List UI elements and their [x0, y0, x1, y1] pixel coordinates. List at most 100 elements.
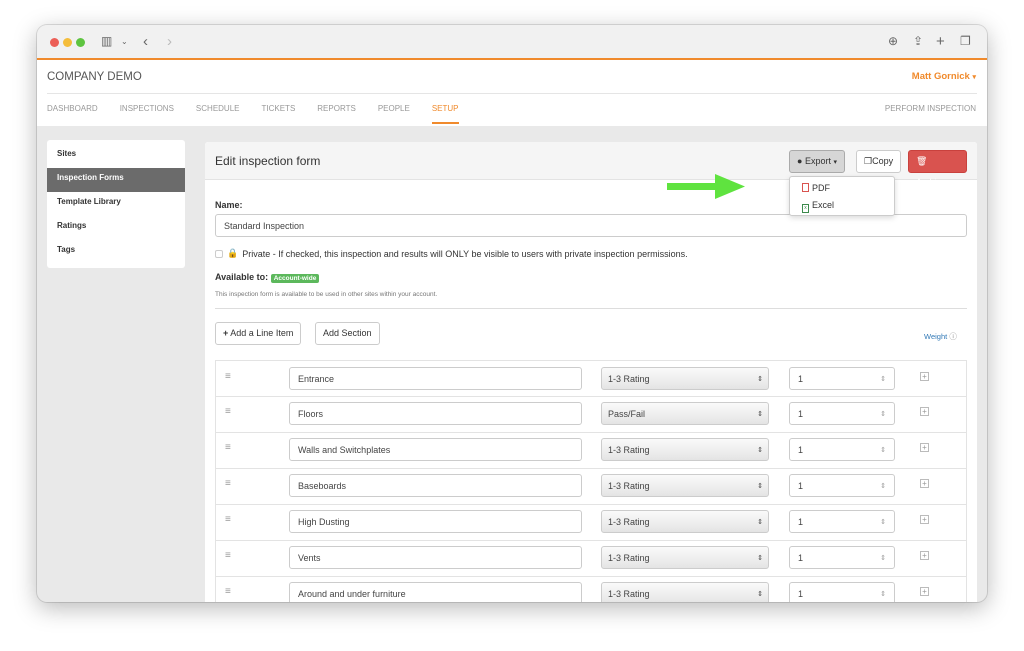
- export-pdf-item[interactable]: PDF: [790, 180, 894, 197]
- archive-label: Archive: [916, 177, 947, 187]
- name-input[interactable]: Standard Inspection: [215, 214, 967, 237]
- rating-type-select[interactable]: 1-3 Rating ⇕: [601, 367, 769, 390]
- expand-plus-icon[interactable]: +: [920, 407, 929, 416]
- rating-type-select[interactable]: 1-3 Rating ⇕: [601, 438, 769, 461]
- expand-plus-icon[interactable]: +: [920, 479, 929, 488]
- line-item-row: ≡ Around and under furniture 1-3 Rating ⇕…: [215, 576, 967, 602]
- nav-people[interactable]: PEOPLE: [378, 104, 410, 124]
- rating-type-select[interactable]: 1-3 Rating ⇕: [601, 546, 769, 569]
- pdf-file-icon: [802, 183, 809, 192]
- nav-schedule[interactable]: SCHEDULE: [196, 104, 240, 124]
- line-item-name-input[interactable]: Around and under furniture: [289, 582, 582, 602]
- stepper-icon[interactable]: ⇕: [880, 410, 886, 418]
- minimize-button[interactable]: [63, 38, 72, 47]
- rating-type-value: 1-3 Rating: [608, 552, 650, 563]
- stepper-icon[interactable]: ⇕: [880, 446, 886, 454]
- weight-input[interactable]: 1 ⇕: [789, 438, 895, 461]
- export-button[interactable]: ● Export ▾: [789, 150, 845, 173]
- line-item-name-input[interactable]: Walls and Switchplates: [289, 438, 582, 461]
- select-arrows-icon: ⇕: [757, 482, 763, 490]
- weight-input[interactable]: 1 ⇕: [789, 510, 895, 533]
- download-icon[interactable]: ⊕: [888, 34, 898, 48]
- forward-icon[interactable]: ›: [167, 33, 172, 50]
- zoom-button[interactable]: [76, 38, 85, 47]
- add-section-label: Add Section: [323, 328, 372, 338]
- drag-handle-icon[interactable]: ≡: [225, 550, 231, 561]
- stepper-icon[interactable]: ⇕: [880, 375, 886, 383]
- stepper-icon[interactable]: ⇕: [880, 518, 886, 526]
- excel-label: Excel: [812, 200, 835, 210]
- chevron-down-icon[interactable]: ⌄: [121, 37, 128, 46]
- drag-handle-icon[interactable]: ≡: [225, 478, 231, 489]
- drag-handle-icon[interactable]: ≡: [225, 586, 231, 597]
- drag-handle-icon[interactable]: ≡: [225, 514, 231, 525]
- weight-value: 1: [798, 444, 804, 455]
- tabs-icon[interactable]: ❐: [960, 34, 971, 48]
- share-icon[interactable]: ⇪: [913, 34, 923, 48]
- nav-dashboard[interactable]: DASHBOARD: [47, 104, 98, 124]
- main-nav: DASHBOARD INSPECTIONS SCHEDULE TICKETS R…: [47, 104, 481, 124]
- copy-icon: ❐: [864, 156, 873, 166]
- add-section-button[interactable]: Add Section: [315, 322, 380, 345]
- copy-button[interactable]: ❐Copy: [856, 150, 902, 173]
- nav-setup[interactable]: SETUP: [431, 104, 459, 124]
- weight-input[interactable]: 1 ⇕: [789, 367, 895, 390]
- weight-input[interactable]: 1 ⇕: [789, 582, 895, 602]
- sidebar-item-template-library[interactable]: Template Library: [47, 192, 185, 216]
- expand-plus-icon[interactable]: +: [920, 515, 929, 524]
- nav-reports[interactable]: REPORTS: [317, 104, 356, 124]
- line-item-row: ≡ High Dusting 1-3 Rating ⇕ 1 ⇕ +: [215, 504, 967, 541]
- line-item-name-input[interactable]: Floors: [289, 402, 582, 425]
- drag-handle-icon[interactable]: ≡: [225, 371, 231, 382]
- expand-plus-icon[interactable]: +: [920, 372, 929, 381]
- close-button[interactable]: [50, 38, 59, 47]
- select-arrows-icon: ⇕: [757, 590, 763, 598]
- expand-plus-icon[interactable]: +: [920, 551, 929, 560]
- expand-plus-icon[interactable]: +: [920, 587, 929, 596]
- expand-plus-icon[interactable]: +: [920, 443, 929, 452]
- rating-type-select[interactable]: Pass/Fail ⇕: [601, 402, 769, 425]
- weight-input[interactable]: 1 ⇕: [789, 402, 895, 425]
- add-line-item-button[interactable]: + Add a Line Item: [215, 322, 302, 345]
- plus-icon: +: [223, 328, 229, 338]
- nav-tickets[interactable]: TICKETS: [262, 104, 296, 124]
- sidebar-item-tags[interactable]: Tags: [47, 240, 185, 264]
- perform-inspection-link[interactable]: PERFORM INSPECTION: [885, 104, 976, 113]
- new-tab-icon[interactable]: +: [936, 33, 945, 50]
- drag-handle-icon[interactable]: ≡: [225, 442, 231, 453]
- nav-inspections[interactable]: INSPECTIONS: [120, 104, 174, 124]
- excel-file-icon: x: [802, 204, 809, 213]
- rating-type-value: Pass/Fail: [608, 408, 646, 419]
- download-circle-icon: ●: [797, 156, 803, 166]
- line-item-name-input[interactable]: High Dusting: [289, 510, 582, 533]
- line-item-name-input[interactable]: Entrance: [289, 367, 582, 390]
- sidebar-item-sites[interactable]: Sites: [47, 144, 185, 168]
- copy-label: Copy: [872, 156, 894, 166]
- browser-window: ▥ ⌄ ‹ › ⊕ ⇪ + ❐ COMPANY DEMO Matt Gornic…: [37, 25, 987, 602]
- divider: [215, 308, 967, 309]
- weight-header[interactable]: Weight ⓘ: [924, 331, 957, 342]
- export-excel-item[interactable]: x Excel: [790, 197, 894, 214]
- weight-input[interactable]: 1 ⇕: [789, 546, 895, 569]
- weight-input[interactable]: 1 ⇕: [789, 474, 895, 497]
- rating-type-select[interactable]: 1-3 Rating ⇕: [601, 474, 769, 497]
- sidebar-item-inspection-forms[interactable]: Inspection Forms: [47, 168, 185, 192]
- archive-button[interactable]: 🗑 Archive: [908, 150, 967, 187]
- stepper-icon[interactable]: ⇕: [880, 482, 886, 490]
- user-menu[interactable]: Matt Gornick ▾: [912, 71, 976, 82]
- private-checkbox[interactable]: [215, 249, 223, 258]
- rating-type-select[interactable]: 1-3 Rating ⇕: [601, 582, 769, 602]
- sidebar-item-ratings[interactable]: Ratings: [47, 216, 185, 240]
- line-item-name-input[interactable]: Vents: [289, 546, 582, 569]
- sidebar-icon[interactable]: ▥: [101, 34, 112, 48]
- weight-value: 1: [798, 408, 804, 419]
- stepper-icon[interactable]: ⇕: [880, 590, 886, 598]
- stepper-icon[interactable]: ⇕: [880, 554, 886, 562]
- weight-value: 1: [798, 373, 804, 384]
- drag-handle-icon[interactable]: ≡: [225, 406, 231, 417]
- trash-icon: 🗑: [916, 156, 928, 166]
- rating-type-select[interactable]: 1-3 Rating ⇕: [601, 510, 769, 533]
- back-icon[interactable]: ‹: [143, 33, 148, 50]
- export-dropdown: PDF x Excel: [789, 176, 895, 216]
- line-item-name-input[interactable]: Baseboards: [289, 474, 582, 497]
